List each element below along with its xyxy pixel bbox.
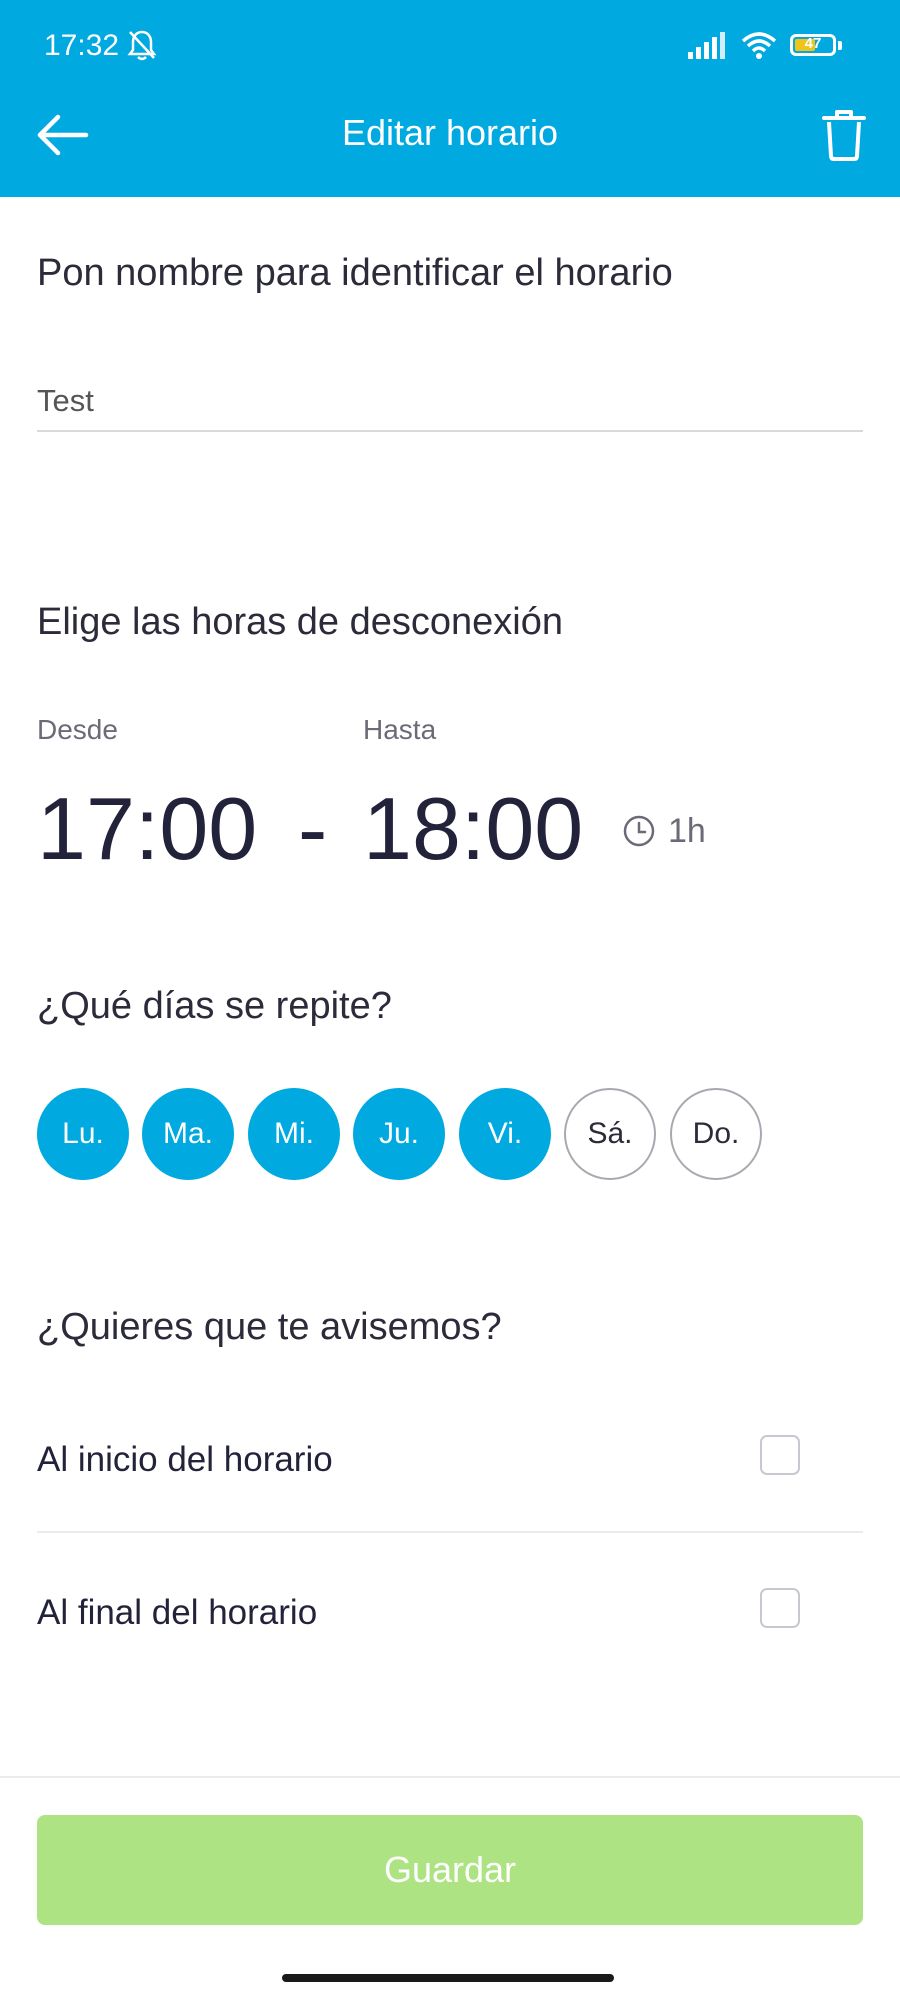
signal-icon [688, 32, 725, 59]
from-label: Desde [37, 714, 118, 745]
to-label: Hasta [363, 714, 437, 745]
day-toggle-thursday[interactable]: Ju. [353, 1088, 445, 1180]
footer-divider [0, 1776, 900, 1778]
duration-label: 1h [668, 812, 706, 850]
day-toggle-wednesday[interactable]: Mi. [248, 1088, 340, 1180]
trash-icon [822, 110, 866, 161]
time-separator: - [298, 779, 328, 878]
status-time: 17:32 [44, 29, 120, 62]
day-toggle-monday[interactable]: Lu. [37, 1088, 129, 1180]
day-toggle-tuesday[interactable]: Ma. [142, 1088, 234, 1180]
battery-icon: 47 [790, 34, 836, 56]
divider [37, 1531, 863, 1533]
bell-off-icon [127, 30, 157, 61]
day-toggle-sunday[interactable]: Do. [670, 1088, 762, 1180]
battery-tip [838, 41, 842, 50]
app-bar: 17:32 47 Editar horario [0, 0, 900, 197]
to-time[interactable]: 18:00 [363, 778, 583, 880]
name-section-label: Pon nombre para identificar el horario [37, 252, 673, 294]
day-toggle-friday[interactable]: Vi. [459, 1088, 551, 1180]
hours-section-label: Elige las horas de desconexión [37, 601, 564, 643]
days-section-label: ¿Qué días se repite? [37, 985, 392, 1027]
notify-end-label: Al final del horario [37, 1593, 318, 1632]
wifi-icon [741, 32, 777, 59]
battery-level: 47 [804, 35, 822, 52]
notify-start-checkbox[interactable] [760, 1435, 800, 1475]
home-indicator[interactable] [282, 1974, 614, 1982]
delete-button[interactable] [818, 108, 870, 162]
from-time[interactable]: 17:00 [37, 778, 257, 880]
day-toggle-saturday[interactable]: Sá. [564, 1088, 656, 1180]
clock-icon [623, 815, 655, 847]
notify-start-label: Al inicio del horario [37, 1440, 333, 1479]
notify-end-checkbox[interactable] [760, 1588, 800, 1628]
page-title: Editar horario [341, 112, 559, 153]
notify-section-label: ¿Quieres que te avisemos? [37, 1306, 502, 1348]
save-button[interactable]: Guardar [37, 1815, 863, 1925]
schedule-name-input[interactable] [37, 372, 863, 432]
